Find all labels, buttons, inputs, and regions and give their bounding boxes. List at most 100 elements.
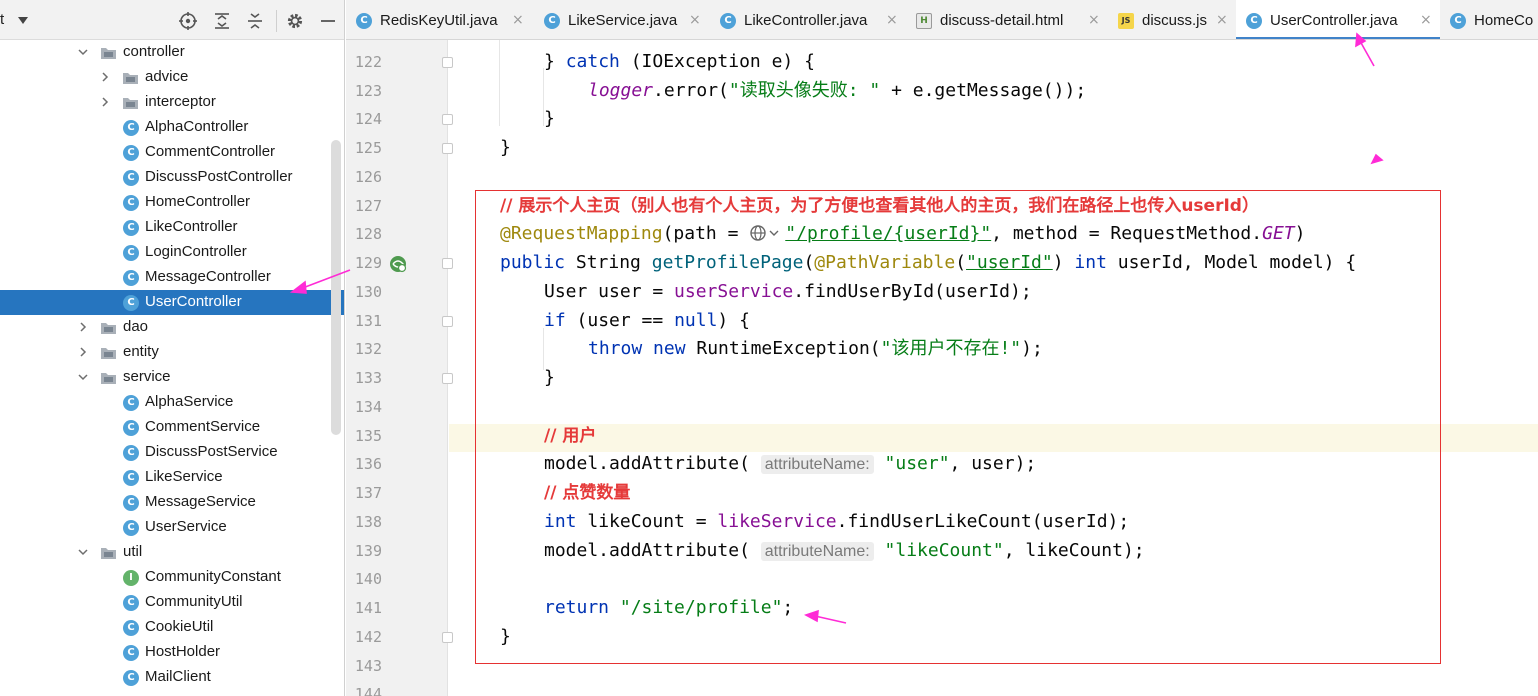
tree-item-commentservice[interactable]: C CommentService [0,415,344,440]
tree-item-label: MailClient [145,668,211,685]
tree-item-likeservice[interactable]: C LikeService [0,465,344,490]
line-number: 122 [354,53,382,71]
chevron-right-icon[interactable] [99,96,111,108]
close-icon[interactable]: × [1216,12,1228,28]
code-token-field: logger [588,80,654,101]
java-class-icon: C [123,420,139,436]
fold-marker[interactable] [442,258,453,269]
tree-item-alphaservice[interactable]: C AlphaService [0,390,344,415]
close-icon[interactable]: × [886,12,898,28]
tree-item-label: AlphaService [145,393,234,410]
tab-rediskeyutil[interactable]: C RedisKeyUtil.java × [346,0,532,39]
tree-item-alphacontroller[interactable]: C AlphaController [0,115,344,140]
tree-item-label: controller [123,43,185,60]
expand-all-icon[interactable] [212,11,232,31]
tree-item-util[interactable]: util [0,540,344,565]
tree-item-cookieutil[interactable]: C CookieUtil [0,615,344,640]
minimize-icon[interactable] [318,11,338,31]
java-class-icon: C [123,120,139,136]
tree-item-controller[interactable]: controller [0,40,344,65]
code-token: .error( [653,80,729,101]
fold-marker[interactable] [442,316,453,327]
tab-usercontroller[interactable]: C UserController.java × [1236,0,1440,39]
chevron-down-icon[interactable] [77,46,89,58]
tree-item-dao[interactable]: dao [0,315,344,340]
tree-item-communityconstant[interactable]: I CommunityConstant [0,565,344,590]
tree-item-messagecontroller[interactable]: C MessageController [0,265,344,290]
close-icon[interactable]: × [512,12,524,28]
target-icon[interactable] [178,11,198,31]
line-number: 135 [354,427,382,445]
java-class-icon: C [1450,13,1466,29]
tree-item-commentcontroller[interactable]: C CommentController [0,140,344,165]
collapse-all-icon[interactable] [245,11,265,31]
tree-scrollbar[interactable] [331,140,341,435]
tab-likecontroller[interactable]: C LikeController.java × [710,0,906,39]
tree-item-label: AlphaController [145,118,249,135]
tree-item-discusspostcontroller[interactable]: C DiscussPostController [0,165,344,190]
line-number: 134 [354,398,382,416]
indent-guide [499,40,500,126]
project-view-dropdown-icon[interactable] [18,17,28,24]
line-number: 123 [354,82,382,100]
chevron-right-icon[interactable] [99,71,111,83]
tab-label: discuss.js [1142,12,1208,29]
fold-marker[interactable] [442,114,453,125]
tree-item-communityutil[interactable]: C CommunityUtil [0,590,344,615]
tree-item-discusspostservice[interactable]: C DiscussPostService [0,440,344,465]
tree-item-interceptor[interactable]: interceptor [0,90,344,115]
code-line-123: logger.error("读取头像失败: " + e.getMessage()… [588,77,1086,105]
tab-label: discuss-detail.html [940,12,1064,29]
tree-item-label: UserService [145,518,227,535]
tree-item-label: DiscussPostService [145,443,278,460]
tree-item-likecontroller[interactable]: C LikeController [0,215,344,240]
tree-item-label: CommentController [145,143,276,160]
code-line-125: } [500,137,511,158]
web-endpoint-icon[interactable] [389,255,407,273]
java-class-icon: C [356,13,372,29]
package-folder-icon [101,323,116,334]
chevron-right-icon[interactable] [77,346,89,358]
close-icon[interactable]: × [1088,12,1100,28]
tree-item-label: LoginController [145,243,247,260]
java-class-icon: C [123,270,139,286]
line-number: 138 [354,513,382,531]
fold-marker[interactable] [442,57,453,68]
editor-tab-bar: C RedisKeyUtil.java × C LikeService.java… [346,0,1538,40]
tree-item-userservice[interactable]: C UserService [0,515,344,540]
fold-marker[interactable] [442,143,453,154]
project-view-label[interactable]: t [0,11,4,28]
tree-item-hostholder[interactable]: C HostHolder [0,640,344,665]
tab-discuss-js[interactable]: JS discuss.js × [1108,0,1236,39]
tree-item-label: advice [145,68,189,85]
tree-item-logincontroller[interactable]: C LoginController [0,240,344,265]
tree-item-advice[interactable]: advice [0,65,344,90]
tree-item-usercontroller[interactable]: C UserController [0,290,344,315]
java-class-icon: C [123,470,139,486]
close-icon[interactable]: × [1420,12,1432,28]
project-toolbar: t [0,0,344,40]
close-icon[interactable]: × [689,12,701,28]
chevron-down-icon[interactable] [77,546,89,558]
tab-discuss-detail[interactable]: H discuss-detail.html × [906,0,1108,39]
tree-item-messageservice[interactable]: C MessageService [0,490,344,515]
java-class-icon: C [123,295,139,311]
tree-item-entity[interactable]: entity [0,340,344,365]
tab-likeservice[interactable]: C LikeService.java × [534,0,710,39]
tree-item-mailclient[interactable]: C MailClient [0,665,344,690]
fold-marker[interactable] [442,373,453,384]
chevron-right-icon[interactable] [77,321,89,333]
tree-item-service[interactable]: service [0,365,344,390]
line-number: 137 [354,484,382,502]
gear-icon[interactable] [285,11,305,31]
java-class-icon: C [123,145,139,161]
tab-homecontroller[interactable]: C HomeCo [1440,0,1538,39]
line-number: 143 [354,657,382,675]
code-token-keyword: catch [565,51,620,72]
chevron-down-icon[interactable] [77,371,89,383]
tree-item-homecontroller[interactable]: C HomeController [0,190,344,215]
html-file-icon: H [916,13,932,29]
fold-marker[interactable] [442,632,453,643]
tab-label: LikeService.java [568,12,678,29]
java-class-icon: C [123,595,139,611]
